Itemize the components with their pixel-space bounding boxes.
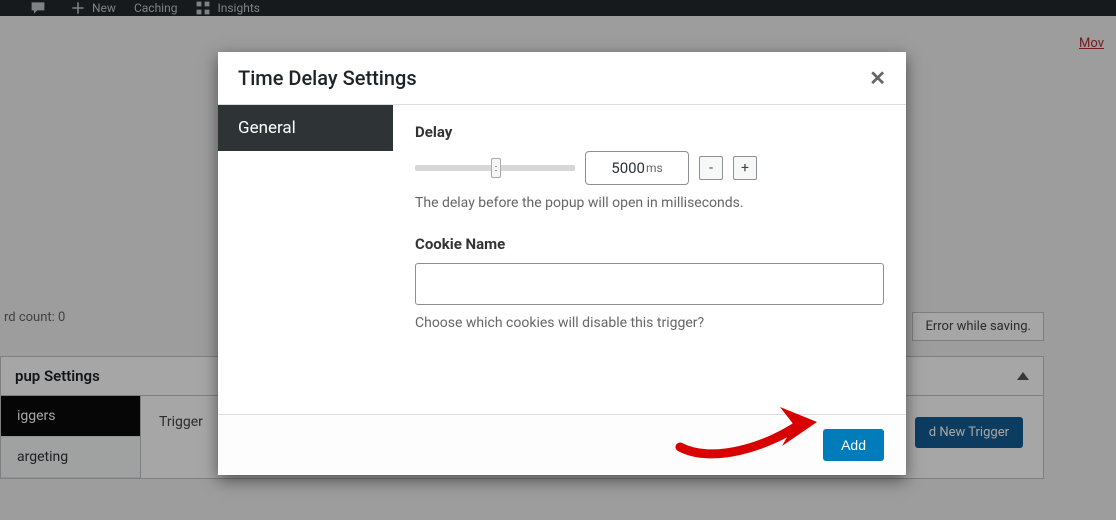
delay-unit: ms — [646, 161, 663, 175]
time-delay-modal: Time Delay Settings ✕ General Delay 5000… — [218, 52, 906, 475]
modal-title: Time Delay Settings — [238, 66, 417, 90]
modal-tab-general[interactable]: General — [218, 105, 393, 151]
decrement-button[interactable]: - — [699, 156, 723, 180]
delay-value: 5000 — [611, 159, 645, 177]
modal-content: Delay 5000ms - + The delay before the po… — [393, 105, 906, 414]
add-button[interactable]: Add — [823, 429, 884, 461]
slider-handle[interactable] — [491, 158, 501, 178]
delay-slider[interactable] — [415, 165, 575, 171]
modal-header: Time Delay Settings ✕ — [218, 52, 906, 105]
modal-tabs: General — [218, 105, 393, 414]
delay-help-text: The delay before the popup will open in … — [415, 195, 884, 211]
close-icon[interactable]: ✕ — [869, 66, 886, 90]
delay-slider-row: 5000ms - + — [415, 151, 884, 185]
delay-input[interactable]: 5000ms — [585, 151, 689, 185]
delay-label: Delay — [415, 123, 884, 141]
cookie-name-input[interactable] — [415, 263, 884, 305]
cookie-label: Cookie Name — [415, 235, 884, 253]
cookie-help-text: Choose which cookies will disable this t… — [415, 315, 884, 331]
modal-footer: Add — [218, 415, 906, 475]
increment-button[interactable]: + — [733, 156, 757, 180]
